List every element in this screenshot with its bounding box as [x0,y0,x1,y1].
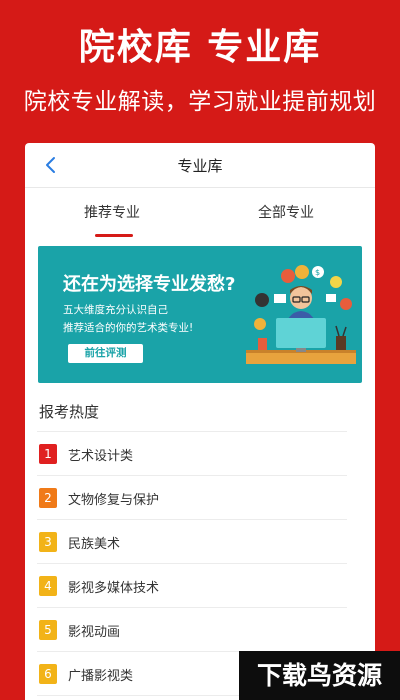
rank-badge: 2 [39,488,57,508]
list-item[interactable]: 4 影视多媒体技术 [37,564,347,608]
start-assessment-button[interactable]: 前往评测 [68,344,143,363]
person-at-computer-illustration: $ [246,265,356,364]
promo-title: 院校库 专业库 [78,27,322,68]
banner-line-2: 推荐适合的你的艺术类专业! [63,322,194,334]
banner-line-1: 五大维度充分认识自己 [63,304,168,316]
tab-recommended[interactable]: 推荐专业 [52,202,172,222]
rank-badge: 4 [39,576,57,596]
major-label: 文物修复与保护 [68,493,160,508]
active-tab-indicator [95,234,133,237]
svg-text:$: $ [315,268,320,277]
rank-badge: 6 [39,664,57,684]
tab-bar: 推荐专业 全部专业 [25,188,375,240]
list-item[interactable]: 5 影视动画 [37,608,347,652]
assessment-banner[interactable]: 还在为选择专业发愁? 五大维度充分认识自己 推荐适合的你的艺术类专业! 前往评测… [38,246,362,383]
major-label: 艺术设计类 [68,449,134,464]
rank-badge: 5 [39,620,57,640]
nav-bar: 专业库 [25,143,375,188]
banner-title: 还在为选择专业发愁? [63,274,236,295]
major-label: 影视动画 [68,625,121,640]
major-label: 民族美术 [68,537,121,552]
rank-badge: 3 [39,532,57,552]
list-item[interactable]: 1 艺术设计类 [37,432,347,476]
list-item[interactable]: 2 文物修复与保护 [37,476,347,520]
page-title: 专业库 [177,157,223,175]
tab-all[interactable]: 全部专业 [226,202,346,222]
major-label: 影视多媒体技术 [68,581,160,596]
major-label: 广播影视类 [68,669,134,684]
section-title: 报考热度 [39,403,100,421]
promo-subtitle: 院校专业解读，学习就业提前规划 [23,89,377,115]
phone-screen: 专业库 推荐专业 全部专业 还在为选择专业发愁? 五大维度充分认识自己 推荐适合… [25,143,375,700]
list-item[interactable]: 3 民族美术 [37,520,347,564]
rank-badge: 1 [39,444,57,464]
watermark-logo: 下载鸟资源 [239,651,400,700]
